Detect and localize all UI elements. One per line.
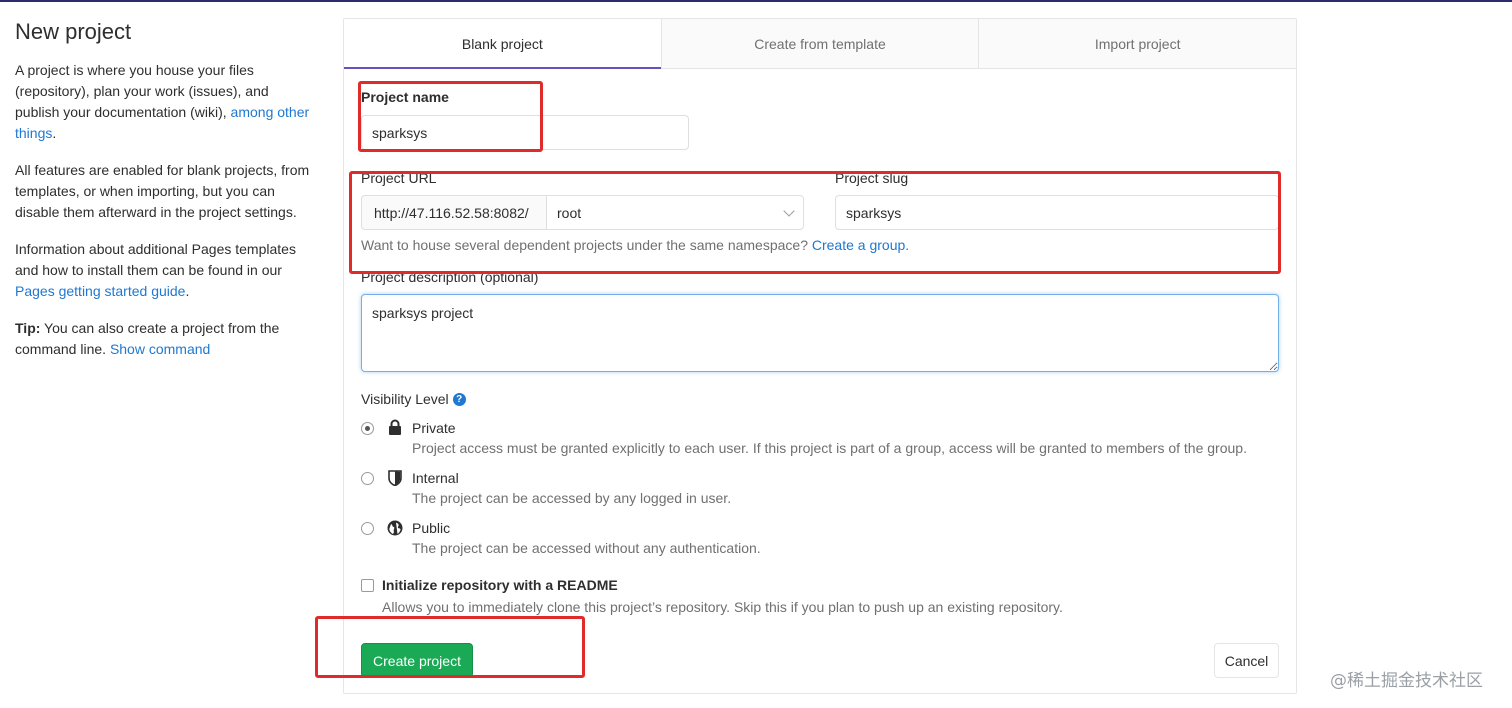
project-tabs: Blank project Create from template Impor… — [344, 19, 1297, 69]
new-project-panel: Blank project Create from template Impor… — [343, 18, 1297, 694]
visibility-level-title: Visibility Level ? — [361, 391, 466, 407]
project-slug-input[interactable]: sparksys — [835, 195, 1279, 230]
show-command-link[interactable]: Show command — [110, 341, 210, 357]
visibility-internal-title: Internal — [412, 470, 459, 486]
project-url-label: Project URL — [361, 170, 437, 186]
question-icon[interactable]: ? — [452, 392, 466, 406]
visibility-private-desc: Project access must be granted explicitl… — [412, 440, 1247, 456]
readme-checkbox[interactable] — [361, 579, 374, 592]
features-paragraph: All features are enabled for blank proje… — [15, 162, 310, 220]
visibility-level-label: Visibility Level — [361, 391, 449, 407]
namespace-help-text: Want to house several dependent projects… — [361, 237, 909, 253]
visibility-public-radio[interactable] — [361, 522, 374, 535]
create-group-link[interactable]: Create a group. — [812, 237, 909, 253]
top-nav-bar — [0, 0, 1512, 2]
project-description-input[interactable] — [361, 294, 1279, 372]
tip-label: Tip: — [15, 320, 41, 336]
visibility-internal-radio[interactable] — [361, 472, 374, 485]
namespace-value: root — [557, 204, 582, 221]
watermark: @稀土掘金技术社区 — [1330, 671, 1483, 691]
intro-end: . — [52, 125, 57, 141]
page-title: New project — [15, 19, 132, 44]
project-name-label: Project name — [361, 89, 449, 105]
sidebar: New project A project is where you house… — [15, 18, 315, 376]
readme-label[interactable]: Initialize repository with a README — [382, 577, 618, 593]
chevron-down-icon — [783, 204, 795, 217]
pages-paragraph: Information about additional Pages templ… — [15, 239, 315, 302]
pages-end: . — [185, 283, 190, 299]
cancel-button[interactable]: Cancel — [1214, 643, 1279, 678]
visibility-public-title: Public — [412, 520, 451, 536]
shield-icon — [388, 470, 402, 486]
create-project-button[interactable]: Create project — [361, 643, 473, 678]
project-slug-label: Project slug — [835, 170, 909, 186]
pages-guide-link[interactable]: Pages getting started guide — [15, 283, 185, 299]
namespace-help: Want to house several dependent projects… — [361, 237, 812, 253]
tip-paragraph: Tip: You can also create a project from … — [15, 318, 315, 360]
readme-desc: Allows you to immediately clone this pro… — [382, 599, 1063, 615]
project-description-label: Project description (optional) — [361, 269, 539, 285]
project-url-prefix: http://47.116.52.58:8082/ — [361, 195, 547, 230]
globe-icon — [387, 520, 403, 536]
lock-icon — [389, 419, 401, 435]
tab-blank-project[interactable]: Blank project — [344, 19, 662, 69]
namespace-select[interactable]: root — [546, 195, 804, 230]
pages-text: Information about additional Pages templ… — [15, 241, 296, 278]
visibility-private-radio[interactable] — [361, 422, 374, 435]
tab-import-project[interactable]: Import project — [979, 19, 1297, 68]
project-name-input[interactable]: sparksys — [361, 115, 689, 150]
tab-create-from-template[interactable]: Create from template — [661, 19, 980, 68]
intro-paragraph: A project is where you house your files … — [15, 60, 315, 144]
visibility-public-desc: The project can be accessed without any … — [412, 540, 761, 556]
visibility-internal-desc: The project can be accessed by any logge… — [412, 490, 732, 506]
visibility-private-title: Private — [412, 420, 456, 436]
